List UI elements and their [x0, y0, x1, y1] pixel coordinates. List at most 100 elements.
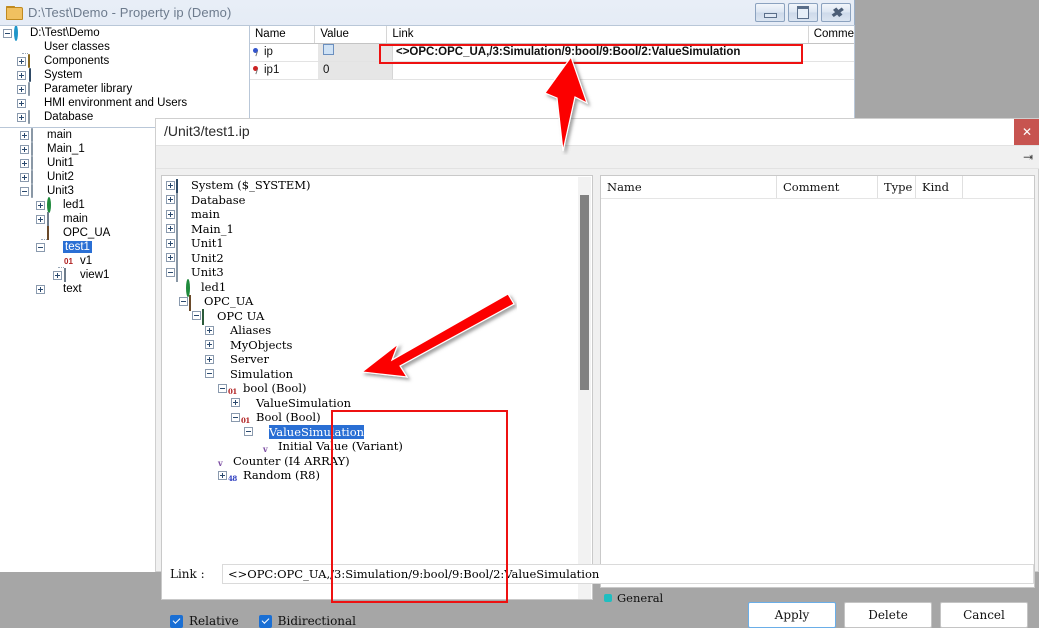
scrollbar-thumb[interactable] — [580, 195, 589, 390]
column-header-comment[interactable]: Comme — [809, 26, 854, 43]
expand-twisty-icon[interactable] — [20, 130, 29, 140]
dtree-item-label: Bool (Bool) — [256, 410, 321, 425]
expand-twisty-icon[interactable] — [218, 470, 227, 480]
tree-item-hmi-environment[interactable]: HMI environment and Users — [0, 96, 249, 110]
collapse-twisty-icon[interactable] — [36, 242, 45, 252]
collapse-twisty-icon[interactable] — [218, 383, 227, 393]
column-header-name[interactable]: Name — [250, 26, 316, 43]
tree-item-text[interactable]: text — [0, 282, 250, 296]
checkbox-checked-icon[interactable] — [258, 614, 272, 628]
tree-item-opc-ua[interactable]: OPC_UA — [0, 226, 250, 240]
checkbox-checked-icon[interactable] — [170, 614, 183, 628]
row-comment-cell[interactable] — [833, 44, 854, 61]
column-header-type[interactable]: Type — [878, 176, 916, 198]
tree-item-test1[interactable]: test1 — [0, 240, 250, 254]
project-tree-lower[interactable]: main Main_1 Unit1 Unit2 Unit3 led1 main … — [0, 128, 250, 358]
pin-icon[interactable]: ⇥ — [1020, 149, 1036, 165]
collapse-twisty-icon[interactable] — [3, 28, 12, 38]
window-controls: ✖ — [755, 3, 851, 22]
tree-item-root[interactable]: D:\Test\Demo — [0, 26, 249, 41]
row-value-cell[interactable]: 0 — [318, 62, 393, 79]
expand-twisty-icon[interactable] — [17, 84, 26, 94]
tree-item-view1[interactable]: view1 — [0, 268, 250, 282]
tree-item-components[interactable]: Components — [0, 54, 249, 68]
delete-button[interactable]: Delete — [844, 602, 932, 628]
dtree-item-random[interactable]: 48 Random (R8) — [162, 468, 567, 483]
tree-item-unit2[interactable]: Unit2 — [0, 170, 250, 184]
checkbox-bidirectional[interactable]: Bidirectional — [258, 614, 356, 628]
row-name-cell[interactable]: ip — [250, 44, 318, 61]
collapse-twisty-icon[interactable] — [244, 427, 253, 437]
expand-twisty-icon[interactable] — [20, 144, 29, 154]
tree-item-main-child[interactable]: main — [0, 212, 250, 226]
row-value-cell[interactable] — [318, 44, 393, 61]
maximize-button[interactable] — [788, 3, 818, 22]
expand-twisty-icon[interactable] — [36, 284, 45, 294]
column-header-value[interactable]: Value — [315, 26, 388, 43]
column-header-name[interactable]: Name — [601, 176, 777, 198]
column-header-comment[interactable]: Comment — [777, 176, 878, 198]
tree-item-main[interactable]: main — [0, 128, 250, 142]
tree-item-main-1[interactable]: Main_1 — [0, 142, 250, 156]
expand-twisty-icon[interactable] — [20, 158, 29, 168]
dtree-item-valuesimulation-selected[interactable]: ValueSimulation — [162, 424, 567, 440]
tree-item-parameter-library[interactable]: Parameter library — [0, 82, 249, 96]
dtree-item-label: ValueSimulation — [269, 424, 365, 439]
users-icon — [47, 283, 60, 295]
tree-item-user-classes[interactable]: User classes — [0, 40, 249, 54]
table-row[interactable]: ip <>OPC:OPC_UA,/3:Simulation/9:bool/9:B… — [250, 44, 854, 62]
tree-item-unit1[interactable]: Unit1 — [0, 156, 250, 170]
system-icon — [28, 68, 41, 82]
expand-twisty-icon[interactable] — [231, 398, 240, 408]
row-name-cell[interactable]: ip1 — [250, 62, 318, 79]
collapse-twisty-icon[interactable] — [20, 186, 29, 196]
row-link-cell[interactable]: <>OPC:OPC_UA,/3:Simulation/9:bool/9:Bool… — [393, 44, 833, 61]
checkbox-relative[interactable]: Relative — [170, 614, 239, 628]
tree-item-led1[interactable]: led1 — [0, 197, 250, 213]
expand-twisty-icon[interactable] — [17, 112, 26, 122]
link-input[interactable]: <>OPC:OPC_UA,/3:Simulation/9:bool/9:Bool… — [222, 564, 1034, 584]
folder-icon — [31, 142, 44, 156]
tree-item-v1[interactable]: 01 v1 — [0, 254, 250, 268]
expand-twisty-icon[interactable] — [17, 98, 26, 108]
project-tree[interactable]: D:\Test\Demo User classes Components Sys… — [0, 25, 250, 128]
r8-icon: 48 — [228, 473, 237, 483]
expand-twisty-icon[interactable] — [53, 270, 62, 280]
dtree-item-label: bool (Bool) — [243, 381, 307, 396]
tree-item-unit3[interactable]: Unit3 — [0, 184, 250, 198]
close-button[interactable]: ✖ — [821, 3, 851, 22]
tree-item-label: Unit2 — [47, 171, 74, 183]
dialog-tree-scrollbar[interactable] — [578, 177, 591, 599]
dialog-detail-table[interactable]: Name Comment Type Kind — [600, 175, 1035, 588]
dtree-item-initial-value[interactable]: v Initial Value (Variant) — [162, 439, 567, 454]
column-header-extra[interactable] — [963, 176, 1034, 198]
main-window-titlebar[interactable]: D:\Test\Demo - Property ip (Demo) ✖ — [0, 0, 855, 25]
minimize-button[interactable] — [755, 3, 785, 22]
column-header-kind[interactable]: Kind — [916, 176, 963, 198]
expand-twisty-icon[interactable] — [17, 56, 26, 66]
cancel-button[interactable]: Cancel — [940, 602, 1028, 628]
collapse-twisty-icon[interactable] — [205, 369, 214, 379]
table-row[interactable]: ip1 0 — [250, 62, 854, 80]
expand-twisty-icon[interactable] — [36, 214, 45, 224]
row-link-cell[interactable] — [393, 62, 833, 79]
column-header-link[interactable]: Link — [387, 26, 809, 43]
dtree-item-bool-capital[interactable]: 01 Bool (Bool) — [162, 410, 567, 425]
row-comment-cell[interactable] — [833, 62, 854, 79]
value-checkbox[interactable] — [323, 44, 334, 55]
dtree-item-simulation[interactable]: Simulation — [162, 367, 567, 382]
collapse-twisty-icon[interactable] — [231, 412, 240, 422]
close-icon[interactable]: ✕ — [1014, 119, 1039, 145]
tree-item-label: HMI environment and Users — [44, 97, 188, 109]
dtree-item-counter[interactable]: v Counter (I4 ARRAY) — [162, 454, 567, 469]
dtree-item-bool[interactable]: 01 bool (Bool) — [162, 381, 567, 396]
expand-twisty-icon[interactable] — [17, 70, 26, 80]
tree-item-system[interactable]: System — [0, 68, 249, 82]
expand-twisty-icon[interactable] — [36, 200, 45, 210]
users-icon — [47, 241, 60, 253]
apply-button[interactable]: Apply — [748, 602, 836, 628]
property-table[interactable]: Name Value Link Comme ip <>OPC:OPC_UA,/3… — [250, 25, 855, 128]
hmi-icon — [28, 97, 41, 109]
expand-twisty-icon[interactable] — [20, 172, 29, 182]
dtree-item-valuesimulation-1[interactable]: ValueSimulation — [162, 396, 567, 411]
